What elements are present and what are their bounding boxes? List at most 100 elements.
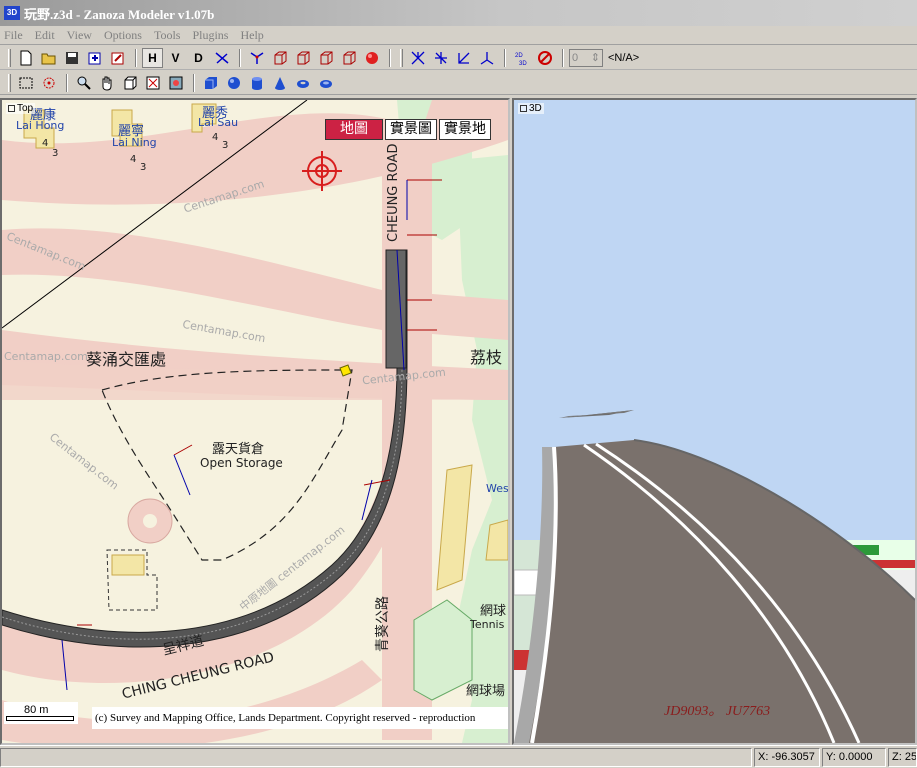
map-view-tabs: 地圖 實景圖 實景地	[325, 119, 493, 140]
object-selector[interactable]: <N/A>	[606, 49, 666, 67]
pan-button[interactable]	[96, 73, 117, 93]
top-viewport[interactable]: Top 地圖 實景圖 實景地 麗康 Lai Hong 麗寧 Lai Ning 麗…	[0, 98, 510, 745]
map-label: 葵涌交匯處	[86, 350, 167, 369]
toolbar-grip[interactable]	[8, 73, 11, 92]
forbidden-z-icon	[537, 50, 552, 65]
blue-sphere-icon	[227, 76, 240, 89]
view-v-button[interactable]: V	[165, 48, 186, 68]
add-cone-button[interactable]	[269, 73, 290, 93]
map-label: 3	[52, 148, 59, 159]
map-label: Open Storage	[200, 456, 283, 470]
menu-options[interactable]: Options	[104, 28, 142, 43]
open-file-button[interactable]	[38, 48, 59, 68]
menu-edit[interactable]: Edit	[35, 28, 55, 43]
map-label: Lai Sau	[198, 116, 239, 129]
red-sphere-icon	[365, 51, 378, 64]
export-button[interactable]	[107, 48, 128, 68]
title-bar: 3D 玩野.z3d - Zanoza Modeler v1.07b	[0, 0, 917, 26]
magnifier-icon	[77, 76, 91, 90]
menu-view[interactable]: View	[67, 28, 92, 43]
toolbar-separator	[562, 48, 564, 67]
map-label: 露天貨倉	[212, 442, 265, 457]
map-label: Lai Ning	[112, 136, 157, 149]
box-button[interactable]	[119, 73, 140, 93]
toolbar-grip[interactable]	[8, 48, 11, 67]
scale-bar	[6, 716, 74, 721]
toggle-2d-3d-button[interactable]: 2D 3D	[511, 48, 532, 68]
import-button[interactable]	[84, 48, 105, 68]
3d-viewport-label: 3D	[518, 103, 544, 114]
toolbar-grip[interactable]	[400, 48, 403, 67]
add-torus-button[interactable]	[292, 73, 313, 93]
cube-top-button[interactable]	[315, 48, 336, 68]
map-label: Centamap.com	[4, 350, 88, 363]
blue-cube-icon	[204, 76, 217, 89]
cube-iso-button[interactable]	[338, 48, 359, 68]
menu-plugins[interactable]: Plugins	[192, 28, 228, 43]
map-label: 網球	[480, 604, 507, 619]
map-label: 荔枝	[470, 348, 503, 367]
3d-viewport[interactable]: 3D JD9093。 JU7763	[512, 98, 917, 745]
new-file-icon	[20, 50, 31, 65]
cross-box-button[interactable]	[142, 73, 163, 93]
nodes-icon	[215, 51, 228, 64]
3d-scene	[514, 100, 915, 743]
add-sphere-button[interactable]	[223, 73, 244, 93]
cube-side-button[interactable]	[292, 48, 313, 68]
zoom-button[interactable]	[73, 73, 94, 93]
menu-file[interactable]: File	[4, 28, 23, 43]
map-label: CHEUNG ROAD	[386, 143, 401, 242]
texture-icon	[169, 76, 182, 89]
folder-open-icon	[41, 53, 55, 64]
texture-button[interactable]	[165, 73, 186, 93]
status-z: Z: 25	[888, 748, 917, 767]
map-label: Wes	[486, 482, 509, 495]
cube-front-button[interactable]	[269, 48, 290, 68]
svg-text:2D: 2D	[515, 53, 523, 59]
value-spinner[interactable]: 0 ⇕	[569, 48, 603, 67]
add-disc-button[interactable]	[315, 73, 336, 93]
toolbar-separator	[66, 73, 68, 92]
tab-real-map[interactable]: 實景地	[439, 119, 491, 140]
add-cube-button[interactable]	[200, 73, 221, 93]
svg-text:3D: 3D	[519, 61, 527, 66]
select-point-button[interactable]	[38, 73, 59, 93]
menu-help[interactable]: Help	[240, 28, 263, 43]
axis-xyz-button[interactable]	[407, 48, 428, 68]
add-cylinder-button[interactable]	[246, 73, 267, 93]
axis-icon	[434, 51, 447, 64]
cube-icon	[343, 51, 355, 64]
spinner-arrows-icon[interactable]: ⇕	[591, 51, 600, 64]
axis-xy-button[interactable]	[430, 48, 451, 68]
map-label: 3	[222, 140, 229, 151]
window-title: 玩野.z3d - Zanoza Modeler v1.07b	[24, 6, 215, 22]
status-bar: X: -96.3057 Y: 0.0000 Z: 25	[0, 745, 917, 768]
box-icon	[124, 76, 136, 89]
main-toolbar: H V D 2D 3D 0 ⇕ <N/A>	[0, 46, 917, 70]
blue-cylinder-icon	[251, 76, 262, 90]
app-icon: 3D	[4, 6, 20, 20]
scale-label: 80 m	[24, 704, 49, 716]
axis-skew-button[interactable]	[476, 48, 497, 68]
view-h-button[interactable]: H	[142, 47, 163, 68]
connect-nodes-button[interactable]	[211, 48, 232, 68]
status-x: X: -96.3057	[754, 748, 820, 767]
tab-real-photo[interactable]: 實景圖	[385, 119, 437, 140]
map-scale: 80 m	[4, 702, 78, 724]
render-sphere-button[interactable]	[361, 48, 382, 68]
tab-map[interactable]: 地圖	[325, 119, 383, 140]
save-button[interactable]	[61, 48, 82, 68]
export-icon	[111, 52, 123, 64]
no-z-button[interactable]	[534, 48, 555, 68]
select-rect-button[interactable]	[15, 73, 36, 93]
axis-rotate-button[interactable]	[453, 48, 474, 68]
map-copyright: (c) Survey and Mapping Office, Lands Dep…	[92, 707, 508, 729]
new-file-button[interactable]	[15, 48, 36, 68]
view-d-button[interactable]: D	[188, 48, 209, 68]
toolbar-separator	[193, 73, 195, 92]
video-watermark: JD9093。 JU7763	[664, 704, 771, 719]
menu-tools[interactable]: Tools	[154, 28, 181, 43]
map-label: Lai Hong	[16, 119, 65, 132]
graph-button[interactable]	[246, 48, 267, 68]
menu-bar: File Edit View Options Tools Plugins Hel…	[0, 26, 917, 45]
